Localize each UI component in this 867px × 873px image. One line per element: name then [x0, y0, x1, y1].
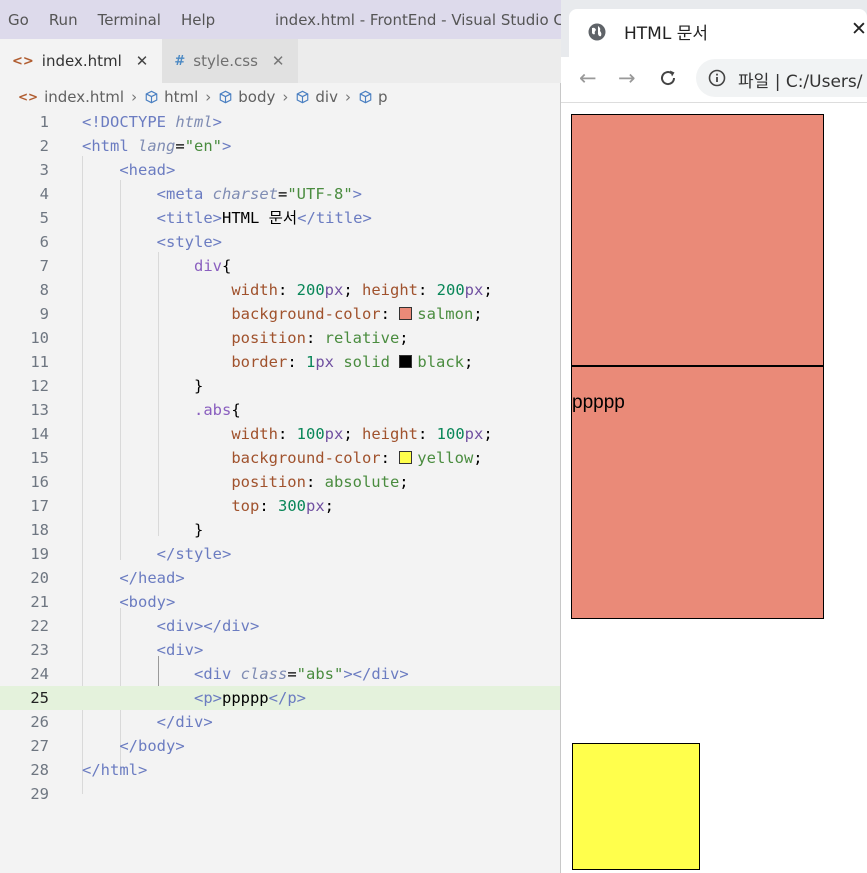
- chevron-right-icon: ›: [282, 88, 289, 106]
- code-line: 11 border: 1px solid black;: [30, 353, 474, 371]
- menu-help[interactable]: Help: [171, 11, 225, 29]
- code-line: 27 </body>: [30, 737, 185, 755]
- address-separator: |: [774, 72, 781, 92]
- code-line: 19 </style>: [30, 545, 232, 563]
- salmon-div-box: [571, 114, 824, 367]
- close-icon[interactable]: ✕: [851, 18, 867, 40]
- yellow-abs-box: [572, 743, 700, 870]
- html-file-icon: <>: [18, 90, 39, 104]
- address-label: 파일: [738, 72, 770, 92]
- code-line: 23 <div>: [30, 641, 204, 659]
- code-line: 28 </html>: [30, 761, 148, 779]
- code-line: 7 div{: [39, 257, 232, 275]
- breadcrumb-item[interactable]: html: [164, 88, 198, 106]
- code-line: 13 .abs{: [30, 401, 241, 419]
- code-line: 17 top: 300px;: [30, 497, 334, 515]
- code-line: 26 </div>: [30, 713, 213, 731]
- browser-tab-bar: HTML 문서 ✕: [561, 0, 867, 57]
- code-line: 4 <meta charset="UTF-8">: [39, 185, 363, 203]
- menu-go[interactable]: Go: [0, 11, 39, 29]
- element-icon: [297, 90, 309, 104]
- code-line: 24 <div class="abs"></div>: [30, 665, 409, 683]
- breadcrumb-item[interactable]: index.html: [44, 88, 124, 106]
- code-line: 16 position: absolute;: [30, 473, 409, 491]
- breadcrumb-item[interactable]: p: [378, 88, 388, 106]
- menu-run[interactable]: Run: [39, 11, 88, 29]
- tab-index-html[interactable]: <> index.html ✕: [0, 39, 163, 83]
- code-line: 29: [30, 785, 49, 803]
- browser-tab-title: HTML 문서: [624, 24, 708, 44]
- window-title: index.html - FrontEnd - Visual Studio Co…: [275, 11, 592, 29]
- tab-label: style.css: [193, 52, 258, 70]
- element-icon: [145, 90, 158, 104]
- code-line: 1 <!DOCTYPE html>: [39, 113, 223, 131]
- html-file-icon: <>: [12, 53, 34, 69]
- code-line: 3 <head>: [39, 161, 176, 179]
- breadcrumb-item[interactable]: div: [315, 88, 338, 106]
- page-viewport: ppppp: [561, 103, 867, 873]
- element-icon: [219, 90, 232, 104]
- color-swatch[interactable]: [399, 355, 413, 368]
- vscode-window: Go Run Terminal Help index.html - FrontE…: [0, 0, 592, 873]
- code-line: 12 }: [30, 377, 204, 395]
- css-file-icon: #: [174, 53, 186, 69]
- chevron-right-icon: ›: [344, 88, 351, 106]
- breadcrumb-item[interactable]: body: [238, 88, 275, 106]
- menu-bar: Go Run Terminal Help index.html - FrontE…: [0, 0, 592, 39]
- element-icon: [359, 90, 372, 104]
- menu-terminal[interactable]: Terminal: [88, 11, 171, 29]
- back-arrow-icon[interactable]: ←: [579, 66, 597, 90]
- code-line: 20 </head>: [30, 569, 185, 587]
- code-line: 5 <title>HTML 문서</title>: [39, 209, 372, 227]
- editor-tabs: <> index.html ✕ # style.css ✕: [0, 39, 561, 83]
- close-icon[interactable]: ✕: [272, 52, 285, 70]
- chevron-right-icon: ›: [131, 88, 138, 106]
- tab-style-css[interactable]: # style.css ✕: [162, 39, 299, 83]
- tab-label: index.html: [41, 52, 122, 70]
- globe-icon: [588, 23, 606, 41]
- chevron-right-icon: ›: [205, 88, 212, 106]
- code-line: 21 <body>: [30, 593, 176, 611]
- code-line: 6 <style>: [39, 233, 222, 251]
- address-bar[interactable]: 파일 | C:/Users/: [696, 59, 867, 97]
- code-line-current: 25 <p>ppppp</p>: [0, 686, 560, 710]
- breadcrumb: <> index.html › html › body › div › p: [18, 86, 387, 108]
- forward-arrow-icon[interactable]: →: [618, 66, 636, 90]
- color-swatch[interactable]: [399, 451, 413, 464]
- code-line: 8 width: 200px; height: 200px;: [39, 281, 493, 299]
- paragraph-text: ppppp: [572, 392, 625, 413]
- color-swatch[interactable]: [399, 307, 413, 320]
- browser-window: HTML 문서 ✕ ← → 파일 | C:/Users/ ppppp: [561, 0, 867, 873]
- code-line: 14 width: 100px; height: 100px;: [30, 425, 493, 443]
- browser-toolbar: ← → 파일 | C:/Users/: [561, 57, 867, 103]
- code-line: 2 <html lang="en">: [39, 137, 232, 155]
- code-line: 10 position: relative;: [30, 329, 409, 347]
- code-line: 18 }: [30, 521, 204, 539]
- info-icon[interactable]: [708, 69, 726, 87]
- code-editor[interactable]: 1 <!DOCTYPE html> 2 <html lang="en"> 3 <he…: [0, 110, 560, 873]
- code-line: 9 background-color: salmon;: [39, 305, 483, 323]
- browser-tab[interactable]: HTML 문서 ✕: [569, 9, 867, 57]
- address-text: 파일 | C:/Users/: [738, 67, 863, 92]
- code-line: 15 background-color: yellow;: [30, 449, 483, 467]
- address-url: C:/Users/: [785, 72, 863, 92]
- close-icon[interactable]: ✕: [136, 52, 149, 70]
- reload-icon[interactable]: [658, 68, 678, 88]
- code-line: 22 <div></div>: [30, 617, 260, 635]
